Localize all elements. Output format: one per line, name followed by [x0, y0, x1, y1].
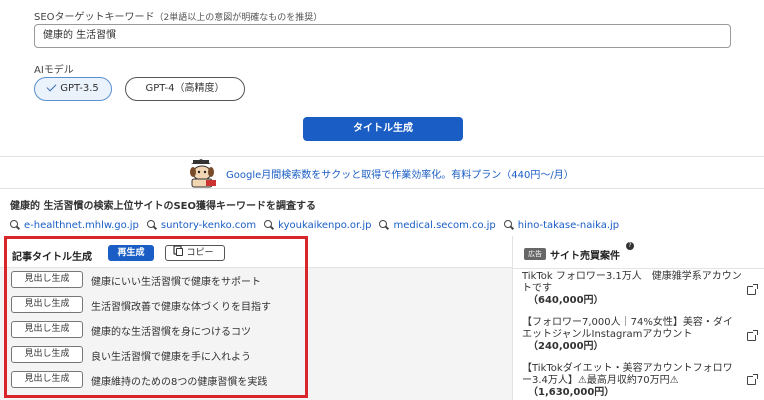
- divider: [0, 156, 764, 157]
- site-list: e-healthnet.mhlw.go.jp suntory-kenko.com…: [10, 218, 619, 232]
- deal-item[interactable]: 【TikTokダイエット・美容アカウントフォロワー3.4万人】⚠最高月収約70万…: [522, 363, 742, 399]
- divider: [512, 236, 513, 400]
- external-link-icon[interactable]: [747, 330, 758, 341]
- generate-title-button[interactable]: タイトル生成: [303, 117, 463, 141]
- site-link[interactable]: hino-takase-naika.jp: [503, 218, 619, 232]
- seo-keyword-input[interactable]: 健康的 生活習慣: [34, 24, 731, 48]
- ai-model-label: AIモデル: [34, 65, 74, 76]
- dog-mascot-icon: [190, 159, 216, 188]
- help-icon[interactable]: ?: [626, 242, 634, 250]
- research-title: 健康的 生活習慣の検索上位サイトのSEO獲得キーワードを調査する: [10, 201, 317, 212]
- search-icon: [264, 220, 274, 230]
- premium-plan-link[interactable]: Google月間検索数をサクッと取得で作業効率化。有料プラン（440円〜/月）: [226, 166, 574, 181]
- highlight-box: [4, 236, 308, 398]
- site-deals-title: サイト売買案件: [550, 251, 620, 262]
- model-option-gpt35[interactable]: GPT-3.5: [34, 77, 112, 101]
- external-link-icon[interactable]: [747, 284, 758, 295]
- model-option-gpt4[interactable]: GPT-4（高精度）: [125, 77, 245, 101]
- seo-form: SEOターゲットキーワード（2単語以上の意図が明確なものを推奨） 健康的 生活習…: [0, 0, 764, 156]
- deal-item[interactable]: 【フォロワー7,000人｜74%女性】美容・ダイエットジャンルInstagram…: [522, 317, 742, 353]
- divider: [512, 268, 764, 269]
- check-icon: [46, 81, 57, 92]
- search-icon: [146, 220, 157, 230]
- site-link[interactable]: e-healthnet.mhlw.go.jp: [10, 218, 139, 232]
- deal-item[interactable]: TikTok フォロワー3.1万人 健康雑学系アカウントです （640,000円…: [522, 271, 742, 307]
- search-icon: [503, 220, 514, 230]
- ad-badge: 広告: [524, 248, 546, 260]
- search-icon: [379, 220, 389, 230]
- site-link[interactable]: medical.secom.co.jp: [379, 218, 496, 232]
- search-icon: [10, 220, 20, 230]
- seo-keyword-label: SEOターゲットキーワード（2単語以上の意図が明確なものを推奨）: [34, 12, 323, 23]
- site-link[interactable]: kyoukaikenpo.or.jp: [264, 218, 371, 232]
- external-link-icon[interactable]: [747, 374, 758, 385]
- site-link[interactable]: suntory-kenko.com: [146, 218, 256, 232]
- divider: [0, 188, 764, 189]
